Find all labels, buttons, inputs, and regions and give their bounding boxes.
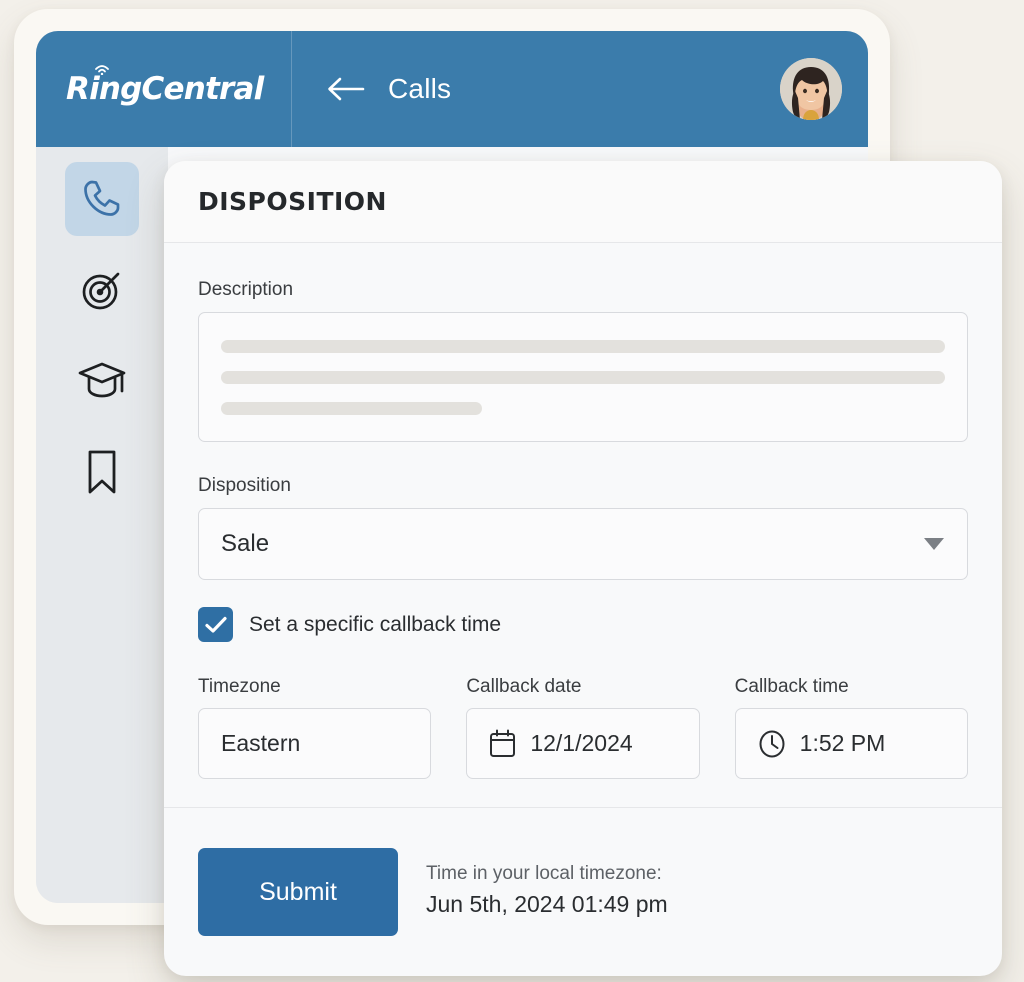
target-icon (82, 272, 120, 310)
local-time-block: Time in your local timezone: Jun 5th, 20… (426, 863, 668, 922)
sidebar-item-saved[interactable] (65, 435, 139, 509)
skeleton-line (221, 340, 945, 353)
sidebar-item-goals[interactable] (65, 253, 139, 327)
description-label: Description (198, 279, 294, 300)
disposition-footer: Submit Time in your local timezone: Jun … (164, 808, 1002, 976)
submit-button[interactable]: Submit (198, 848, 398, 936)
callback-date-field: Callback date 12/1/2024 (466, 676, 700, 779)
phone-icon (84, 180, 120, 216)
disposition-panel: DISPOSITION Description Disposition Sale… (164, 161, 1002, 976)
timezone-field: Timezone Eastern (198, 676, 432, 779)
arrow-left-icon[interactable] (326, 76, 366, 102)
callback-time-label: Callback time (734, 676, 849, 697)
checkmark-icon (204, 616, 227, 633)
callback-time-value: 1:52 PM (799, 730, 886, 756)
bookmark-icon (88, 450, 116, 494)
skeleton-line (221, 402, 482, 415)
page-title: Calls (388, 73, 452, 104)
avatar[interactable] (780, 58, 842, 120)
sidebar-item-learning[interactable] (65, 344, 139, 418)
set-callback-time-checkbox-row[interactable]: Set a specific callback time (198, 607, 968, 642)
sidebar (36, 147, 168, 903)
graduation-cap-icon (78, 362, 126, 398)
sidebar-item-calls[interactable] (65, 162, 139, 236)
set-callback-time-label: Set a specific callback time (249, 612, 502, 636)
wifi-signal-icon (95, 65, 109, 75)
user-avatar-photo (780, 58, 842, 120)
clock-icon (759, 730, 785, 757)
chevron-down-icon (924, 538, 944, 550)
disposition-form: Description Disposition Sale Set a speci… (164, 243, 1002, 808)
callback-time-field: Callback time 1:52 PM (734, 676, 968, 779)
brand-zone: RingCentral (36, 31, 292, 147)
callback-date-label: Callback date (466, 676, 582, 697)
callback-fields-row: Timezone Eastern Callback date 12/1/2024 (198, 676, 968, 779)
local-time-label: Time in your local timezone: (426, 862, 662, 884)
disposition-field-label: Disposition (198, 475, 291, 496)
callback-date-value: 12/1/2024 (530, 730, 633, 756)
brand-name: RingCentral (66, 71, 264, 107)
callback-time-input[interactable]: 1:52 PM (734, 708, 968, 779)
disposition-select[interactable]: Sale (198, 508, 968, 580)
app-header: RingCentral Calls (36, 31, 868, 147)
timezone-input[interactable]: Eastern (198, 708, 432, 779)
callback-date-input[interactable]: 12/1/2024 (466, 708, 700, 779)
disposition-selected-value: Sale (221, 530, 270, 557)
ringcentral-logo: RingCentral (66, 65, 264, 107)
disposition-panel-header: DISPOSITION (164, 161, 1002, 243)
skeleton-line (221, 371, 945, 384)
description-input[interactable] (198, 312, 968, 442)
timezone-value: Eastern (221, 730, 301, 756)
disposition-title: DISPOSITION (198, 187, 387, 216)
calendar-icon (490, 729, 516, 757)
timezone-label: Timezone (198, 676, 281, 697)
local-time-value: Jun 5th, 2024 01:49 pm (426, 890, 668, 917)
set-callback-time-checkbox[interactable] (198, 607, 233, 642)
